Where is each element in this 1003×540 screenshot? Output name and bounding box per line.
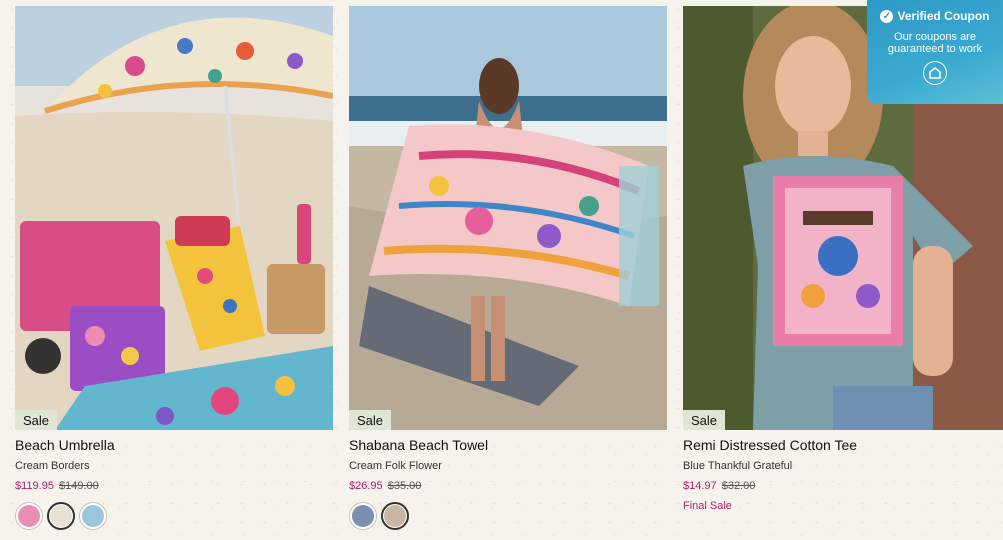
color-swatches xyxy=(349,502,667,530)
color-swatch[interactable] xyxy=(15,502,43,530)
coupon-text: Our coupons are guaranteed to work xyxy=(887,31,983,55)
product-card[interactable]: Sale Beach Umbrella Cream Borders $119.9… xyxy=(15,6,333,530)
product-title[interactable]: Remi Distressed Cotton Tee xyxy=(683,437,1003,455)
coupon-title: Verified Coupon xyxy=(897,9,990,23)
product-title[interactable]: Shabana Beach Towel xyxy=(349,437,667,455)
sale-badge: Sale xyxy=(15,410,58,430)
sale-badge: Sale xyxy=(349,410,392,430)
product-variant: Blue Thankful Grateful xyxy=(683,460,793,472)
color-swatch-selected[interactable] xyxy=(47,502,75,530)
verified-coupon-widget[interactable]: ✓ Verified Coupon Our coupons are guaran… xyxy=(867,0,1003,104)
color-swatch-selected[interactable] xyxy=(381,502,409,530)
product-variant: Cream Folk Flower xyxy=(349,460,442,472)
price-row: $119.95 $149.00 xyxy=(15,480,333,494)
coupon-header: ✓ Verified Coupon xyxy=(867,9,1003,23)
coupon-logo-icon[interactable] xyxy=(923,61,947,85)
product-image[interactable]: Sale xyxy=(349,6,667,430)
sale-price: $14.97 xyxy=(683,480,717,492)
final-sale-label: Final Sale xyxy=(683,500,732,512)
original-price: $32.00 xyxy=(721,480,756,492)
product-card[interactable]: Sale Shabana Beach Towel Cream Folk Flow… xyxy=(349,6,667,530)
price-row: $14.97 $32.00 xyxy=(683,480,1003,494)
sale-price: $26.95 xyxy=(349,480,383,492)
check-icon: ✓ xyxy=(880,9,894,23)
original-price: $35.00 xyxy=(387,480,422,492)
color-swatch[interactable] xyxy=(79,502,107,530)
original-price: $149.00 xyxy=(59,480,99,492)
sale-price: $119.95 xyxy=(15,480,54,492)
sale-badge: Sale xyxy=(683,410,726,430)
color-swatches xyxy=(15,502,333,530)
price-row: $26.95 $35.00 xyxy=(349,480,667,494)
color-swatch[interactable] xyxy=(349,502,377,530)
product-title[interactable]: Beach Umbrella xyxy=(15,437,333,455)
product-image[interactable]: Sale xyxy=(15,6,333,430)
product-variant: Cream Borders xyxy=(15,460,90,472)
